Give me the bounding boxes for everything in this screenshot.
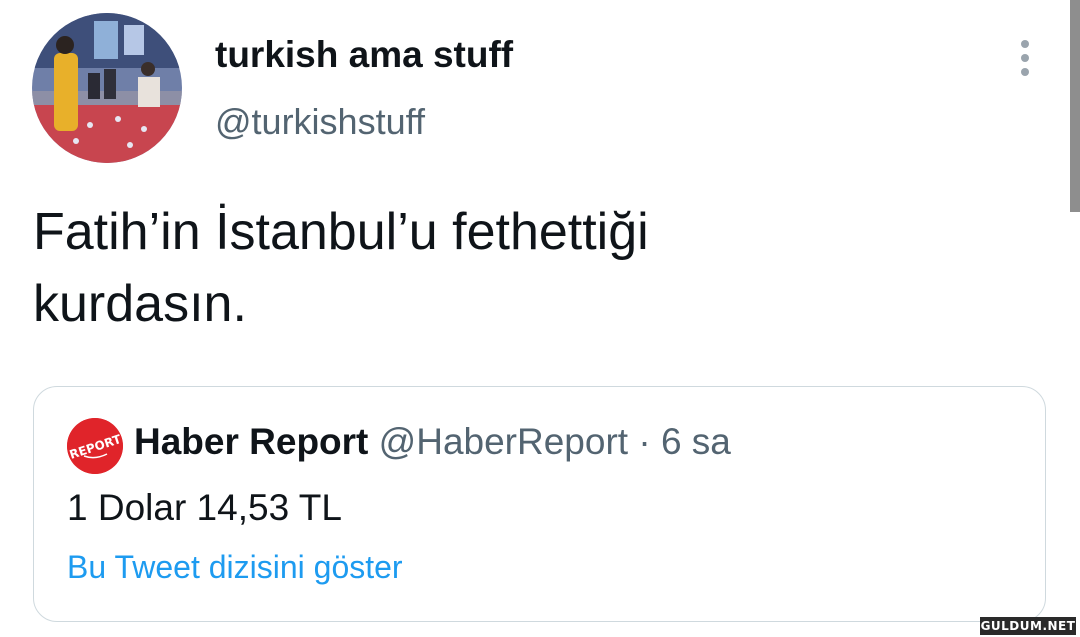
- show-thread-link[interactable]: Bu Tweet dizisini göster: [67, 549, 403, 586]
- more-vertical-icon-dot: [1021, 54, 1029, 62]
- more-vertical-icon: [1021, 40, 1029, 48]
- quoted-tweet-time[interactable]: 6 sa: [661, 421, 731, 462]
- more-vertical-icon-dot: [1021, 68, 1029, 76]
- quoted-author-avatar[interactable]: REPORT: [67, 418, 123, 474]
- tweet-text-line: Fatih’in İstanbul’u fethettiği: [33, 203, 649, 261]
- tweet-text: Fatih’in İstanbul’u fethettiği kurdasın.: [33, 196, 993, 340]
- meta-separator: ·: [638, 421, 651, 462]
- author-avatar-image: [32, 13, 182, 163]
- quoted-tweet-text: 1 Dolar 14,53 TL: [67, 487, 342, 528]
- tweet-text-line: kurdasın.: [33, 275, 247, 333]
- quoted-author-handle[interactable]: @HaberReport: [379, 421, 628, 462]
- site-watermark: GULDUM.NET: [980, 617, 1076, 635]
- author-display-name[interactable]: turkish ama stuff: [215, 34, 513, 76]
- quoted-tweet-header: Haber Report @HaberReport · 6 sa: [134, 421, 731, 463]
- more-options-button[interactable]: [1008, 36, 1042, 80]
- quoted-tweet-card[interactable]: REPORT Haber Report @HaberReport · 6 sa …: [33, 386, 1046, 622]
- author-handle[interactable]: @turkishstuff: [215, 101, 425, 143]
- report-logo-icon: REPORT: [67, 418, 123, 474]
- quoted-author-name[interactable]: Haber Report: [134, 421, 368, 462]
- scrollbar-thumb[interactable]: [1070, 0, 1080, 212]
- tweet-screen: turkish ama stuff @turkishstuff Fatih’in…: [0, 0, 1080, 637]
- author-avatar[interactable]: [32, 13, 182, 163]
